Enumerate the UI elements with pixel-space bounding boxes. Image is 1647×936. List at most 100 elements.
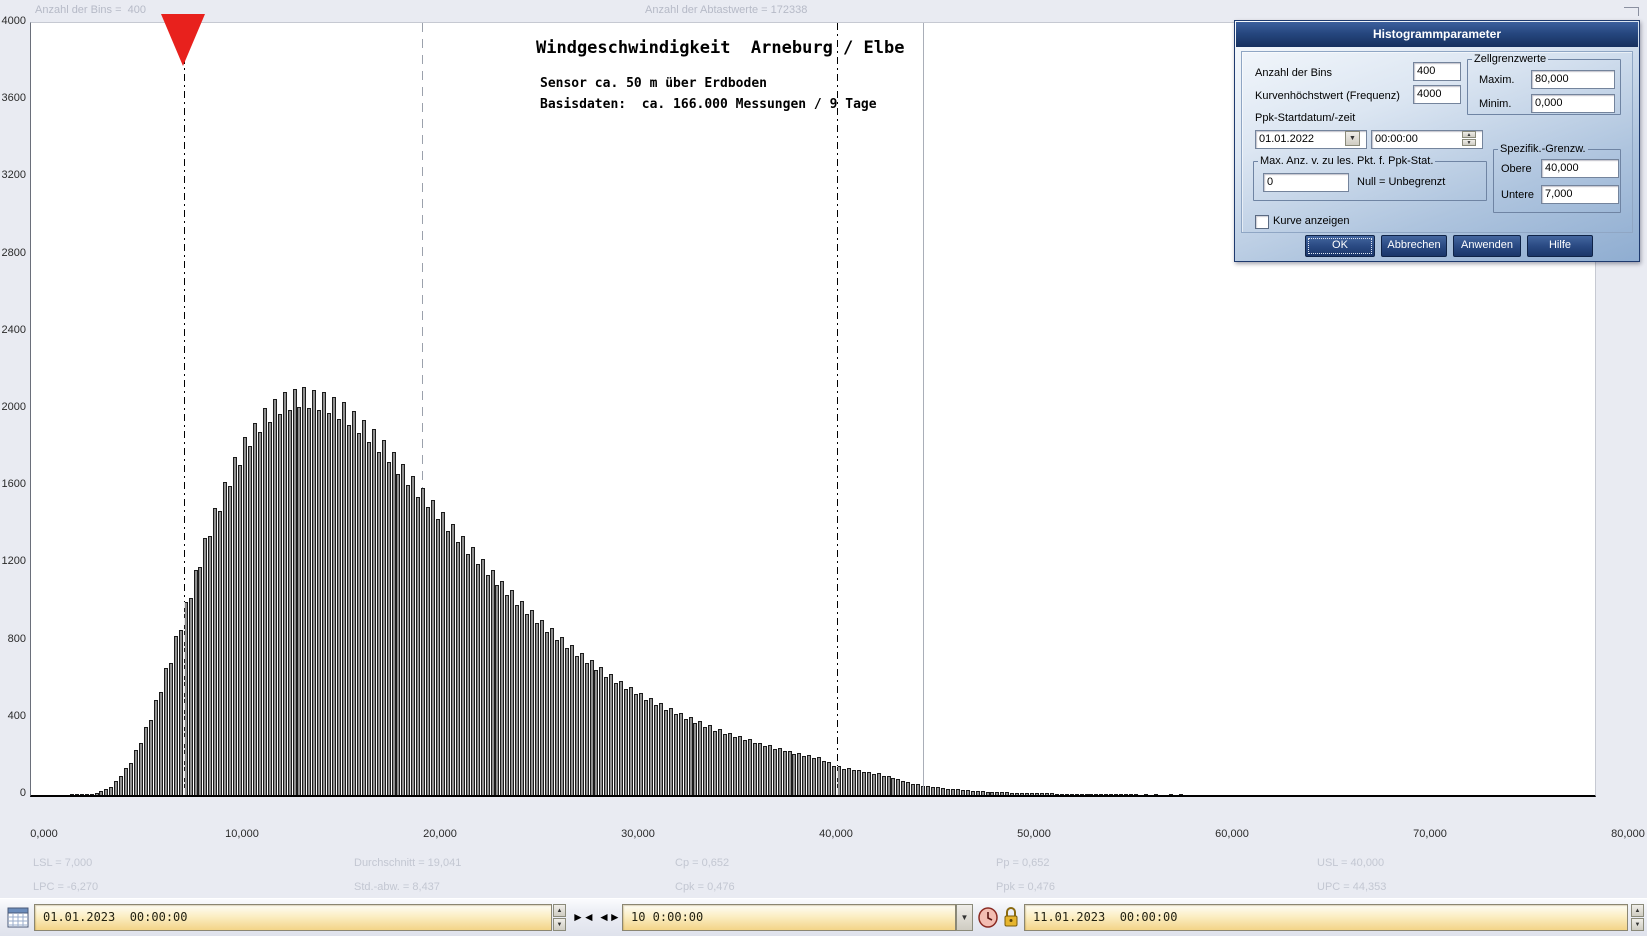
time-span-field[interactable]: 10 0:00:00 (622, 904, 956, 931)
histogram-bar (164, 668, 168, 795)
histogram-bar (99, 791, 103, 795)
x-tick-label: 40,000 (819, 828, 853, 840)
start-datetime-field[interactable]: 01.01.2023 00:00:00 (34, 904, 552, 931)
histogram-bar (1144, 794, 1148, 795)
histogram-bar (535, 623, 539, 795)
histogram-bar (916, 784, 920, 795)
histogram-bar (268, 422, 272, 795)
histogram-bar (901, 781, 905, 795)
histogram-bar (585, 663, 589, 795)
histogram-bar (1124, 794, 1128, 795)
time-span-dropdown-icon[interactable]: ▼ (956, 904, 973, 931)
y-tick-label: 3200 (1, 169, 26, 181)
lower-input[interactable]: 7,000 (1541, 185, 1619, 204)
histogram-bar (85, 794, 89, 795)
zoom-out-time-icon[interactable]: ◄► (598, 904, 621, 931)
end-datetime-spinner[interactable]: ▲ ▼ (1631, 904, 1644, 931)
histogram-bar (144, 727, 148, 795)
histogram-bar (243, 437, 247, 795)
histogram-bar (223, 482, 227, 795)
upper-input[interactable]: 40,000 (1541, 159, 1619, 178)
histogram-bar (451, 524, 455, 795)
lock-icon[interactable] (1002, 906, 1020, 933)
histogram-bar (995, 792, 999, 795)
clock-icon[interactable] (978, 907, 998, 933)
histogram-bar (743, 740, 747, 795)
histogram-bar (842, 769, 846, 795)
usl-reference-line (837, 23, 838, 795)
y-tick-label: 3600 (1, 92, 26, 104)
spin-up-icon[interactable]: ▲ (1631, 904, 1644, 917)
histogram-bar (352, 411, 356, 795)
ok-button[interactable]: OK (1305, 235, 1375, 257)
maxpts-input[interactable]: 0 (1263, 173, 1349, 192)
histogram-bar (976, 791, 980, 795)
histogram-bar (426, 507, 430, 795)
spin-up-icon[interactable]: ▲ (553, 904, 566, 917)
histogram-bar (817, 757, 821, 795)
histogram-bar (288, 410, 292, 795)
histogram-bar (867, 772, 871, 795)
histogram-bar (684, 719, 688, 795)
end-datetime-field[interactable]: 11.01.2023 00:00:00 (1024, 904, 1628, 931)
zoom-in-time-icon[interactable]: ►◄ (572, 904, 595, 931)
histogram-bar (510, 590, 514, 795)
histogram-bar (778, 748, 782, 795)
histogram-bar (327, 413, 331, 795)
histogram-bar (847, 768, 851, 795)
help-button[interactable]: Hilfe (1527, 235, 1593, 257)
calendar-icon[interactable] (7, 906, 29, 934)
ppk-time-down-icon[interactable]: ▼ (1462, 139, 1476, 146)
samples-annotation: Anzahl der Abtastwerte = 172338 (645, 4, 808, 16)
histogram-bar (1104, 794, 1108, 795)
histogram-bar (644, 700, 648, 795)
start-datetime-spinner[interactable]: ▲ ▼ (553, 904, 566, 931)
upc-reference-line (923, 23, 925, 795)
ppk-date-dropdown-icon[interactable]: ▼ (1345, 131, 1360, 146)
histogram-bar (570, 645, 574, 795)
histogram-bar (926, 786, 930, 795)
histogram-bar (1005, 792, 1009, 795)
histogram-bar (367, 442, 371, 795)
curve-checkbox[interactable] (1255, 215, 1269, 229)
histogram-bar (1089, 794, 1093, 795)
x-tick-label: 70,000 (1413, 828, 1447, 840)
histogram-bar (124, 768, 128, 795)
histogram-bar (238, 465, 242, 795)
curve-checkbox-label[interactable]: Kurve anzeigen (1273, 215, 1349, 227)
peak-input[interactable]: 4000 (1413, 85, 1461, 104)
y-tick-label: 1600 (1, 478, 26, 490)
histogram-bar (1169, 794, 1173, 795)
histogram-bar (312, 390, 316, 795)
ppk-time-up-icon[interactable]: ▲ (1462, 131, 1476, 138)
histogram-bar (248, 446, 252, 795)
histogram-bar (332, 397, 336, 795)
maxim-input[interactable]: 80,000 (1531, 70, 1615, 89)
bins-input[interactable]: 400 (1413, 62, 1461, 81)
histogram-bar (119, 776, 123, 795)
apply-button[interactable]: Anwenden (1453, 235, 1521, 257)
histogram-bar (466, 554, 470, 795)
chart-subtitle-basisdaten: Basisdaten: ca. 166.000 Messungen / 9 Ta… (540, 97, 877, 112)
stat-value: USL = 40,000 (1317, 857, 1385, 869)
histogram-bar (872, 774, 876, 795)
histogram-bar (441, 512, 445, 795)
histogram-bar (812, 758, 816, 795)
histogram-bar (1129, 794, 1133, 795)
spin-down-icon[interactable]: ▼ (1631, 918, 1644, 931)
histogram-bar (515, 605, 519, 795)
cancel-button[interactable]: Abbrechen (1381, 235, 1447, 257)
histogram-bar (1055, 794, 1059, 795)
histogram-bar (377, 452, 381, 795)
x-tick-label: 10,000 (225, 828, 259, 840)
minim-input[interactable]: 0,000 (1531, 94, 1615, 113)
histogram-bar (322, 392, 326, 795)
histogram-bar (911, 784, 915, 795)
dialog-titlebar[interactable]: Histogrammparameter (1236, 22, 1638, 47)
histogram-bar (1015, 793, 1019, 795)
spin-down-icon[interactable]: ▼ (553, 918, 566, 931)
histogram-bar (149, 720, 153, 795)
y-tick-label: 800 (7, 633, 26, 645)
stat-value: Std.-abw. = 8,437 (354, 881, 440, 893)
histogram-bar (456, 542, 460, 795)
